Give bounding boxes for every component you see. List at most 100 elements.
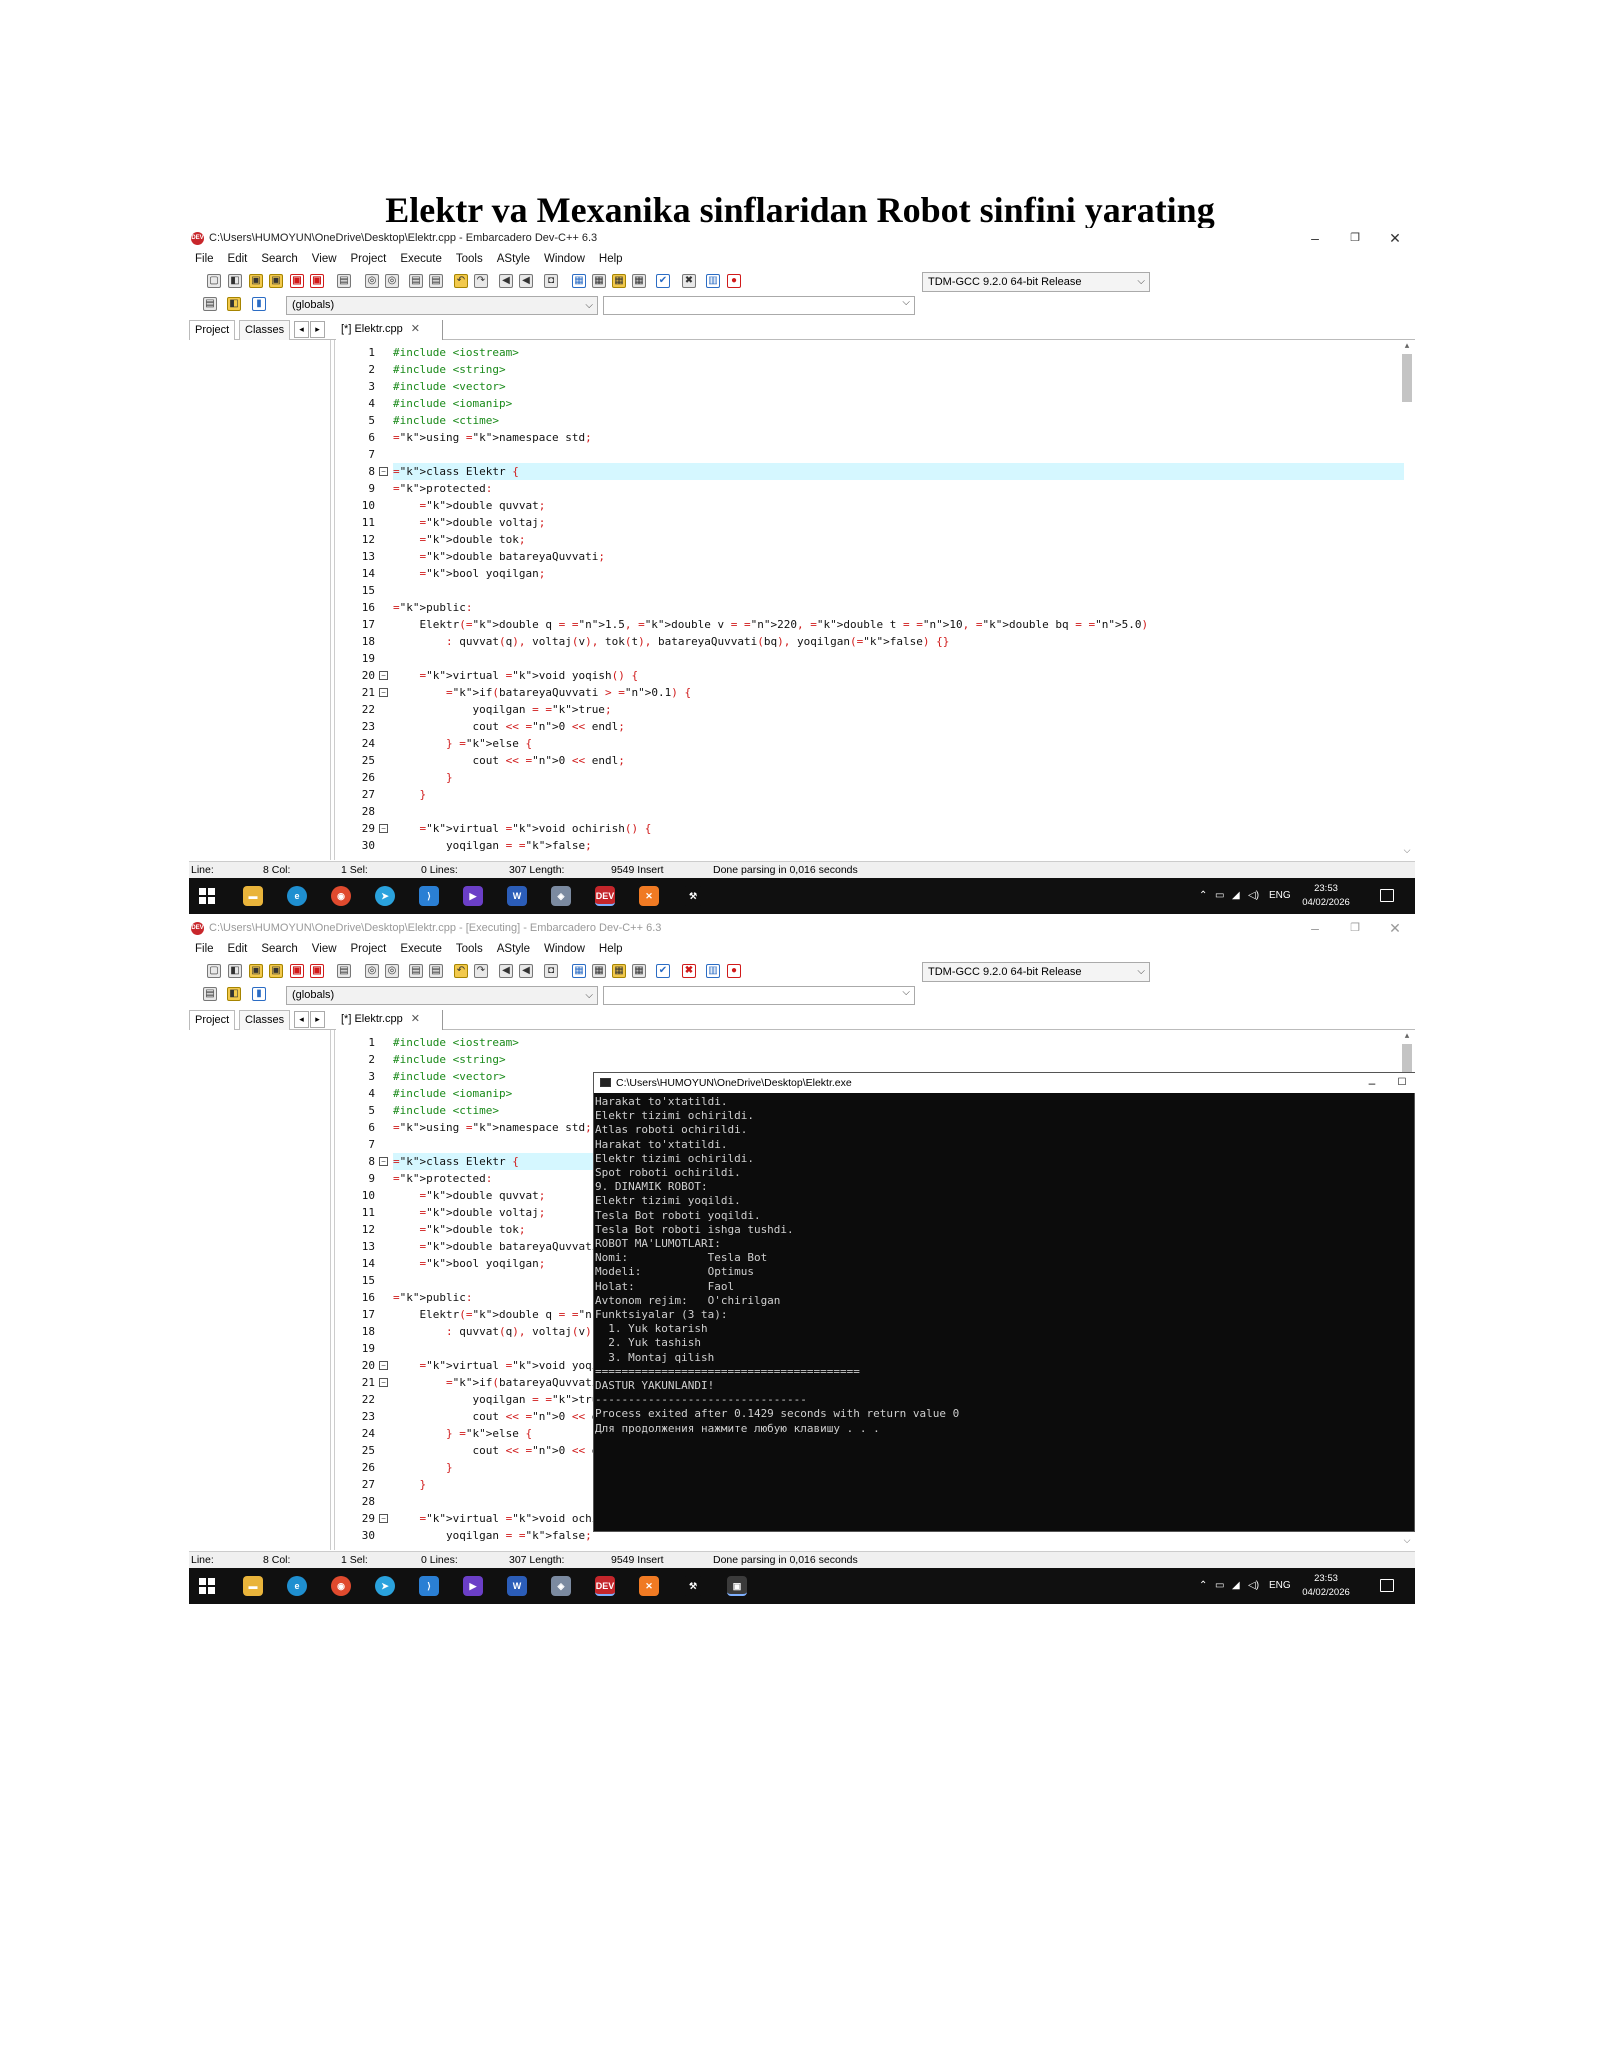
fold-collapse-icon[interactable]: − <box>379 1361 388 1370</box>
visual-studio-icon[interactable]: ▶ <box>463 1576 483 1596</box>
scope-select[interactable]: (globals) ⌵ <box>286 986 598 1005</box>
menu-help[interactable]: Help <box>599 253 623 265</box>
menu-project[interactable]: Project <box>351 943 387 955</box>
insert-icon[interactable]: ▤ <box>203 297 217 311</box>
scroll-up-icon[interactable]: ▴ <box>1401 340 1413 351</box>
close-button[interactable]: ✕ <box>1375 918 1415 938</box>
notification-icon[interactable] <box>1380 889 1394 902</box>
windows-start-icon[interactable] <box>199 888 215 904</box>
menu-file[interactable]: File <box>195 943 214 955</box>
find-in-files-icon[interactable]: ▤ <box>409 274 423 288</box>
taskbar-clock[interactable]: 23:53 04/02/2026 <box>1296 882 1356 910</box>
dev-cpp-icon[interactable]: DEV <box>595 1576 615 1596</box>
menu-astyle[interactable]: AStyle <box>497 943 530 955</box>
open-icon[interactable]: ◧ <box>228 964 242 978</box>
indent-icon[interactable]: ◀ <box>499 964 513 978</box>
tool-icon[interactable]: ⚒ <box>683 1576 703 1596</box>
menu-project[interactable]: Project <box>351 253 387 265</box>
fold-collapse-icon[interactable]: − <box>379 824 388 833</box>
close-tab-icon[interactable]: ✕ <box>411 1013 420 1025</box>
volume-icon[interactable]: ◁) <box>1248 878 1259 914</box>
replace-icon[interactable]: ◎ <box>385 964 399 978</box>
check-syntax-icon[interactable]: ✔ <box>656 274 670 288</box>
chrome-icon[interactable]: ◉ <box>331 1576 351 1596</box>
stop-execution-icon[interactable]: ✖ <box>682 964 696 978</box>
scroll-down-icon[interactable]: ⌵ <box>1401 845 1413 856</box>
project-options-icon[interactable]: ▦ <box>592 964 606 978</box>
battery-icon[interactable]: ▭ <box>1215 878 1224 914</box>
bookmark-icon[interactable]: ◧ <box>227 297 241 311</box>
indent-icon[interactable]: ◀ <box>499 274 513 288</box>
bookmark-icon[interactable]: ◧ <box>227 987 241 1001</box>
class-browser-icon[interactable]: ▦ <box>612 274 626 288</box>
goto-bookmark-icon[interactable]: ▮ <box>252 297 266 311</box>
chrome-icon[interactable]: ◉ <box>331 886 351 906</box>
console-window-icon[interactable]: ▣ <box>727 1576 747 1596</box>
unindent-icon[interactable]: ◀ <box>519 964 533 978</box>
close-file-icon[interactable]: ▣ <box>290 274 304 288</box>
menu-execute[interactable]: Execute <box>400 253 442 265</box>
toggle-comment-icon[interactable]: ◘ <box>544 964 558 978</box>
undo-icon[interactable]: ↶ <box>454 274 468 288</box>
menu-edit[interactable]: Edit <box>228 253 248 265</box>
layout-icon[interactable]: ▦ <box>632 274 646 288</box>
xampp-icon[interactable]: ✕ <box>639 1576 659 1596</box>
tab-classes[interactable]: Classes <box>239 320 291 340</box>
tab-project[interactable]: Project <box>189 1010 236 1030</box>
check-syntax-icon[interactable]: ✔ <box>656 964 670 978</box>
file-tab-elektr[interactable]: [*] Elektr.cpp ✕ <box>336 1010 443 1031</box>
tray-chevron-icon[interactable]: ⌃ <box>1199 1568 1207 1604</box>
save-icon[interactable]: ▣ <box>249 274 263 288</box>
file-tab-elektr[interactable]: [*] Elektr.cpp ✕ <box>336 320 443 341</box>
console-maximize-button[interactable]: ☐ <box>1390 1073 1414 1093</box>
member-select[interactable]: ⌵ <box>603 986 915 1005</box>
insert-icon[interactable]: ▤ <box>203 987 217 1001</box>
profile-icon[interactable]: ▥ <box>706 964 720 978</box>
word-icon[interactable]: W <box>507 1576 527 1596</box>
tab-scroll-right-icon[interactable]: ▸ <box>310 1011 325 1028</box>
goto-bookmark-icon[interactable]: ▮ <box>252 987 266 1001</box>
new-project-icon[interactable]: ▦ <box>572 964 586 978</box>
compiler-select[interactable]: TDM-GCC 9.2.0 64-bit Release ⌵ <box>922 272 1150 292</box>
scrollbar-thumb[interactable] <box>1402 354 1412 402</box>
find-in-files-icon[interactable]: ▤ <box>409 964 423 978</box>
find-icon[interactable]: ◎ <box>365 964 379 978</box>
tab-classes[interactable]: Classes <box>239 1010 291 1030</box>
tab-scroll-left-icon[interactable]: ◂ <box>294 321 309 338</box>
tab-project[interactable]: Project <box>189 320 236 340</box>
vscode-icon[interactable]: ⟩ <box>419 1576 439 1596</box>
tray-chevron-icon[interactable]: ⌃ <box>1199 878 1207 914</box>
menu-view[interactable]: View <box>312 943 337 955</box>
telegram-icon[interactable]: ➤ <box>375 1576 395 1596</box>
wifi-icon[interactable]: ◢ <box>1232 1568 1240 1604</box>
telegram-icon[interactable]: ➤ <box>375 886 395 906</box>
print-icon[interactable]: ▤ <box>337 274 351 288</box>
undo-icon[interactable]: ↶ <box>454 964 468 978</box>
windows-start-icon[interactable] <box>199 1578 215 1594</box>
taskbar-clock[interactable]: 23:53 04/02/2026 <box>1296 1572 1356 1600</box>
notification-icon[interactable] <box>1380 1579 1394 1592</box>
inno-setup-icon[interactable]: ◈ <box>551 886 571 906</box>
edge-icon[interactable]: e <box>287 886 307 906</box>
code-editor[interactable]: 1 2 3 4 5 6 7 8 9 10 11 12 13 14 15 16 17 18 19 20 21 22 23 24 2… <box>334 340 1415 860</box>
fold-collapse-icon[interactable]: − <box>379 1157 388 1166</box>
menu-execute[interactable]: Execute <box>400 943 442 955</box>
save-all-icon[interactable]: ▣ <box>269 274 283 288</box>
menu-search[interactable]: Search <box>261 943 297 955</box>
menu-edit[interactable]: Edit <box>228 943 248 955</box>
compiler-select[interactable]: TDM-GCC 9.2.0 64-bit Release ⌵ <box>922 962 1150 982</box>
replace-icon[interactable]: ◎ <box>385 274 399 288</box>
inno-setup-icon[interactable]: ◈ <box>551 1576 571 1596</box>
restore-button[interactable]: ❐ <box>1335 228 1375 248</box>
menu-file[interactable]: File <box>195 253 214 265</box>
open-icon[interactable]: ◧ <box>228 274 242 288</box>
tool-icon[interactable]: ⚒ <box>683 886 703 906</box>
menu-view[interactable]: View <box>312 253 337 265</box>
minimize-button[interactable]: – <box>1295 228 1335 248</box>
menu-window[interactable]: Window <box>544 253 585 265</box>
save-icon[interactable]: ▣ <box>249 964 263 978</box>
profile-icon[interactable]: ▥ <box>706 274 720 288</box>
minimize-button[interactable]: – <box>1295 918 1335 938</box>
tab-scroll-left-icon[interactable]: ◂ <box>294 1011 309 1028</box>
close-button[interactable]: ✕ <box>1375 228 1415 248</box>
